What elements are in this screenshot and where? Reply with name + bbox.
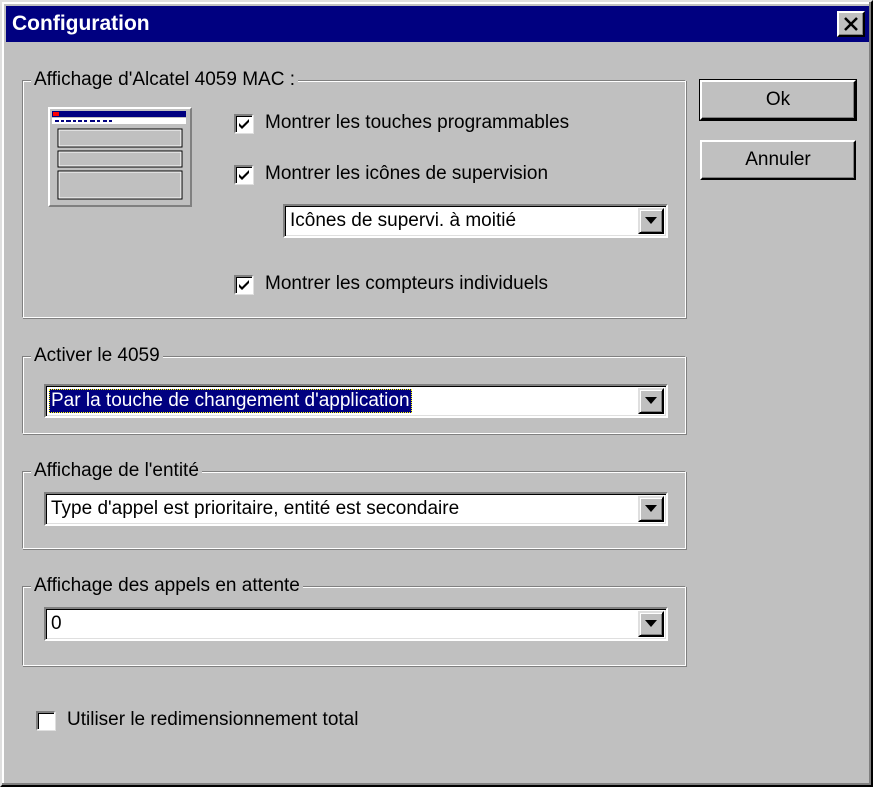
display-preview-image (48, 107, 192, 207)
activate-mode-value: Par la touche de changement d'applicatio… (49, 389, 412, 413)
activate-group-legend: Activer le 4059 (31, 345, 163, 367)
show-counters-label: Montrer les compteurs individuels (265, 273, 549, 294)
checkmark-icon (239, 169, 249, 180)
show-softkeys-label: Montrer les touches programmables (265, 112, 570, 133)
phone-display-icon (52, 111, 186, 200)
full-resize-label: Utiliser le redimensionnement total (67, 709, 359, 730)
chevron-down-icon (645, 505, 657, 512)
display-group-legend: Affichage d'Alcatel 4059 MAC : (31, 69, 298, 91)
window-title: Configuration (12, 12, 150, 35)
waiting-calls-group-legend: Affichage des appels en attente (31, 575, 303, 597)
configuration-dialog: Configuration Affichage d'Alcatel 4059 M… (0, 0, 873, 787)
entity-group-legend: Affichage de l'entité (31, 460, 202, 482)
full-resize-checkbox-row[interactable]: Utiliser le redimensionnement total (36, 708, 358, 732)
waiting-calls-select[interactable]: 0 (44, 607, 668, 641)
show-softkeys-checkbox[interactable] (234, 113, 253, 133)
title-bar[interactable]: Configuration (6, 6, 869, 42)
checkmark-icon (239, 118, 249, 129)
waiting-calls-dropdown-button[interactable] (638, 611, 664, 637)
supervision-mode-value: Icônes de supervi. à moitié (290, 210, 517, 231)
close-icon (844, 17, 858, 31)
show-supervision-checkbox-row[interactable]: Montrer les icônes de supervision (234, 162, 548, 186)
close-button[interactable] (837, 11, 865, 37)
waiting-calls-value: 0 (51, 613, 62, 634)
show-counters-checkbox[interactable] (234, 274, 253, 294)
entity-mode-dropdown-button[interactable] (638, 496, 664, 522)
supervision-mode-dropdown-button[interactable] (638, 208, 664, 234)
full-resize-checkbox[interactable] (36, 710, 55, 730)
show-supervision-label: Montrer les icônes de supervision (265, 163, 549, 184)
cancel-button[interactable]: Annuler (700, 140, 856, 180)
activate-mode-select[interactable]: Par la touche de changement d'applicatio… (44, 384, 668, 418)
show-counters-checkbox-row[interactable]: Montrer les compteurs individuels (234, 272, 548, 296)
entity-mode-value: Type d'appel est prioritaire, entité est… (51, 498, 460, 519)
supervision-mode-select[interactable]: Icônes de supervi. à moitié (283, 204, 668, 238)
show-softkeys-checkbox-row[interactable]: Montrer les touches programmables (234, 111, 569, 135)
chevron-down-icon (645, 217, 657, 224)
ok-button[interactable]: Ok (699, 79, 857, 121)
entity-mode-select[interactable]: Type d'appel est prioritaire, entité est… (44, 492, 668, 526)
show-supervision-checkbox[interactable] (234, 164, 253, 184)
activate-mode-dropdown-button[interactable] (638, 388, 664, 414)
chevron-down-icon (645, 397, 657, 404)
chevron-down-icon (645, 620, 657, 627)
checkmark-icon (239, 279, 249, 290)
